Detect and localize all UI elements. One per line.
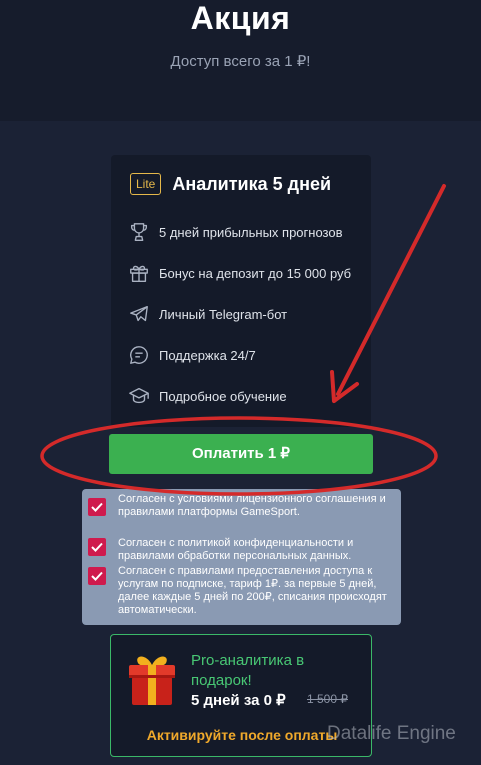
- checkmark-icon: [91, 571, 103, 581]
- trophy-icon: [130, 223, 148, 241]
- feature-item-forecasts: 5 дней прибыльных прогнозов: [128, 220, 342, 244]
- feature-label: Подробное обучение: [159, 388, 287, 404]
- feature-item-bonus: Бонус на депозит до 15 000 руб: [128, 261, 351, 285]
- plan-badge: Lite: [130, 173, 162, 195]
- hero-section: Акция Доступ всего за 1 ₽!: [0, 0, 481, 121]
- consent-text-subscription: Согласен с правилами предоставления дост…: [118, 565, 387, 616]
- promo-title: Pro-аналитика в подарок!: [191, 652, 305, 689]
- gift-icon: [130, 265, 148, 282]
- telegram-icon: [130, 305, 148, 322]
- consent-text-privacy: Согласен с политикой конфиденциальности …: [118, 537, 354, 562]
- graduation-cap-icon: [129, 387, 149, 404]
- feature-label: Поддержка 24/7: [159, 347, 256, 363]
- promo-old-price: 1 500 ₽: [307, 692, 348, 706]
- consent-box: Согласен с условиями лицензионного согла…: [82, 489, 401, 625]
- pay-button[interactable]: Оплатить 1 ₽: [109, 434, 373, 474]
- checkmark-icon: [91, 542, 103, 552]
- feature-item-training: Подробное обучение: [128, 384, 287, 408]
- feature-item-telegram: Личный Telegram-бот: [128, 302, 287, 326]
- feature-label: Личный Telegram-бот: [159, 306, 288, 322]
- page-title: Акция: [190, 0, 291, 36]
- promo-price: 5 дней за 0 ₽: [191, 692, 286, 709]
- plan-card: Lite Аналитика 5 дней 5 дней прибыльных …: [111, 155, 371, 427]
- checkmark-icon: [91, 502, 103, 512]
- gift-box-icon: [129, 656, 175, 705]
- consent-text-license: Согласен с условиями лицензионного согла…: [118, 493, 386, 518]
- consent-checkbox-privacy[interactable]: [88, 538, 106, 556]
- plan-header: Lite Аналитика 5 дней: [130, 171, 331, 197]
- feature-item-support: Поддержка 24/7: [128, 343, 256, 367]
- watermark: Datalife Engine: [327, 723, 456, 744]
- chat-icon: [130, 346, 148, 364]
- feature-label: 5 дней прибыльных прогнозов: [159, 224, 343, 240]
- feature-label: Бонус на депозит до 15 000 руб: [159, 265, 352, 281]
- plan-title: Аналитика 5 дней: [172, 173, 332, 194]
- consent-checkbox-license[interactable]: [88, 498, 106, 516]
- consent-checkbox-subscription[interactable]: [88, 567, 106, 585]
- page-subtitle: Доступ всего за 1 ₽!: [170, 53, 311, 70]
